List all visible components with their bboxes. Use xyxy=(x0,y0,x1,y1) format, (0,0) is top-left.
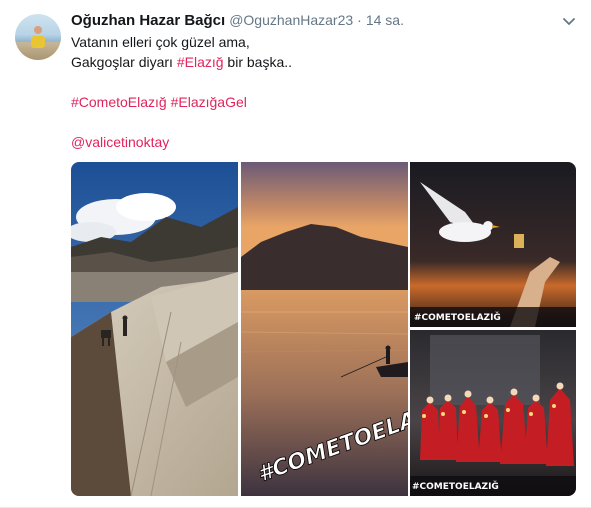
tweet-text-line xyxy=(71,112,576,132)
photo-seagull[interactable]: #COMETOELAZIĞ xyxy=(410,162,576,327)
tweet-text-fragment: Gakgoşlar diyarı xyxy=(71,54,177,70)
tweet-text-line: Gakgoşlar diyarı #Elazığ bir başka.. xyxy=(71,52,576,72)
chevron-down-icon[interactable] xyxy=(561,14,577,30)
photo-folk-dancers[interactable]: #COMETOELAZIĞ xyxy=(410,330,576,496)
mention-link[interactable]: @valicetinoktay xyxy=(71,134,169,150)
tweet-timestamp[interactable]: 14 sa. xyxy=(366,12,404,28)
avatar[interactable] xyxy=(15,14,61,60)
author-name[interactable]: Oğuzhan Hazar Bağcı xyxy=(71,12,225,29)
tweet-text-line: Vatanın elleri çok güzel ama, xyxy=(71,32,576,52)
tweet[interactable]: Oğuzhan Hazar Bağcı @OguzhanHazar23 · 14… xyxy=(0,0,591,508)
image3-caption: #COMETOELAZIĞ xyxy=(414,311,501,323)
hashtag-link[interactable]: #Elazığ xyxy=(177,54,224,70)
photo-dam[interactable] xyxy=(71,162,238,496)
media-grid: #COMETOELAZ #COMETOELAZIĞ #COMETOELAZIĞ xyxy=(71,162,576,496)
tweet-text-fragment: Vatanın elleri çok güzel ama, xyxy=(71,34,250,50)
tweet-text: Vatanın elleri çok güzel ama, Gakgoşlar d… xyxy=(71,32,576,152)
tweet-text-line: #CometoElazığ #ElazığaGel xyxy=(71,92,576,112)
tweet-header: Oğuzhan Hazar Bağcı @OguzhanHazar23 · 14… xyxy=(71,12,404,32)
author-handle[interactable]: @OguzhanHazar23 xyxy=(229,12,353,28)
avatar-head xyxy=(34,26,42,34)
tweet-text-fragment: bir başka.. xyxy=(223,54,293,70)
tweet-text-line: @valicetinoktay xyxy=(71,132,576,152)
separator-dot: · xyxy=(357,12,362,28)
hashtag-link[interactable]: #CometoElazığ xyxy=(71,94,167,110)
avatar-figure xyxy=(31,36,45,48)
hashtag-link[interactable]: #ElazığaGel xyxy=(171,94,247,110)
tweet-text-line xyxy=(71,72,576,92)
image4-caption: #COMETOELAZIĞ xyxy=(412,480,499,492)
photo-sunset-lake[interactable]: #COMETOELAZ xyxy=(241,162,408,496)
